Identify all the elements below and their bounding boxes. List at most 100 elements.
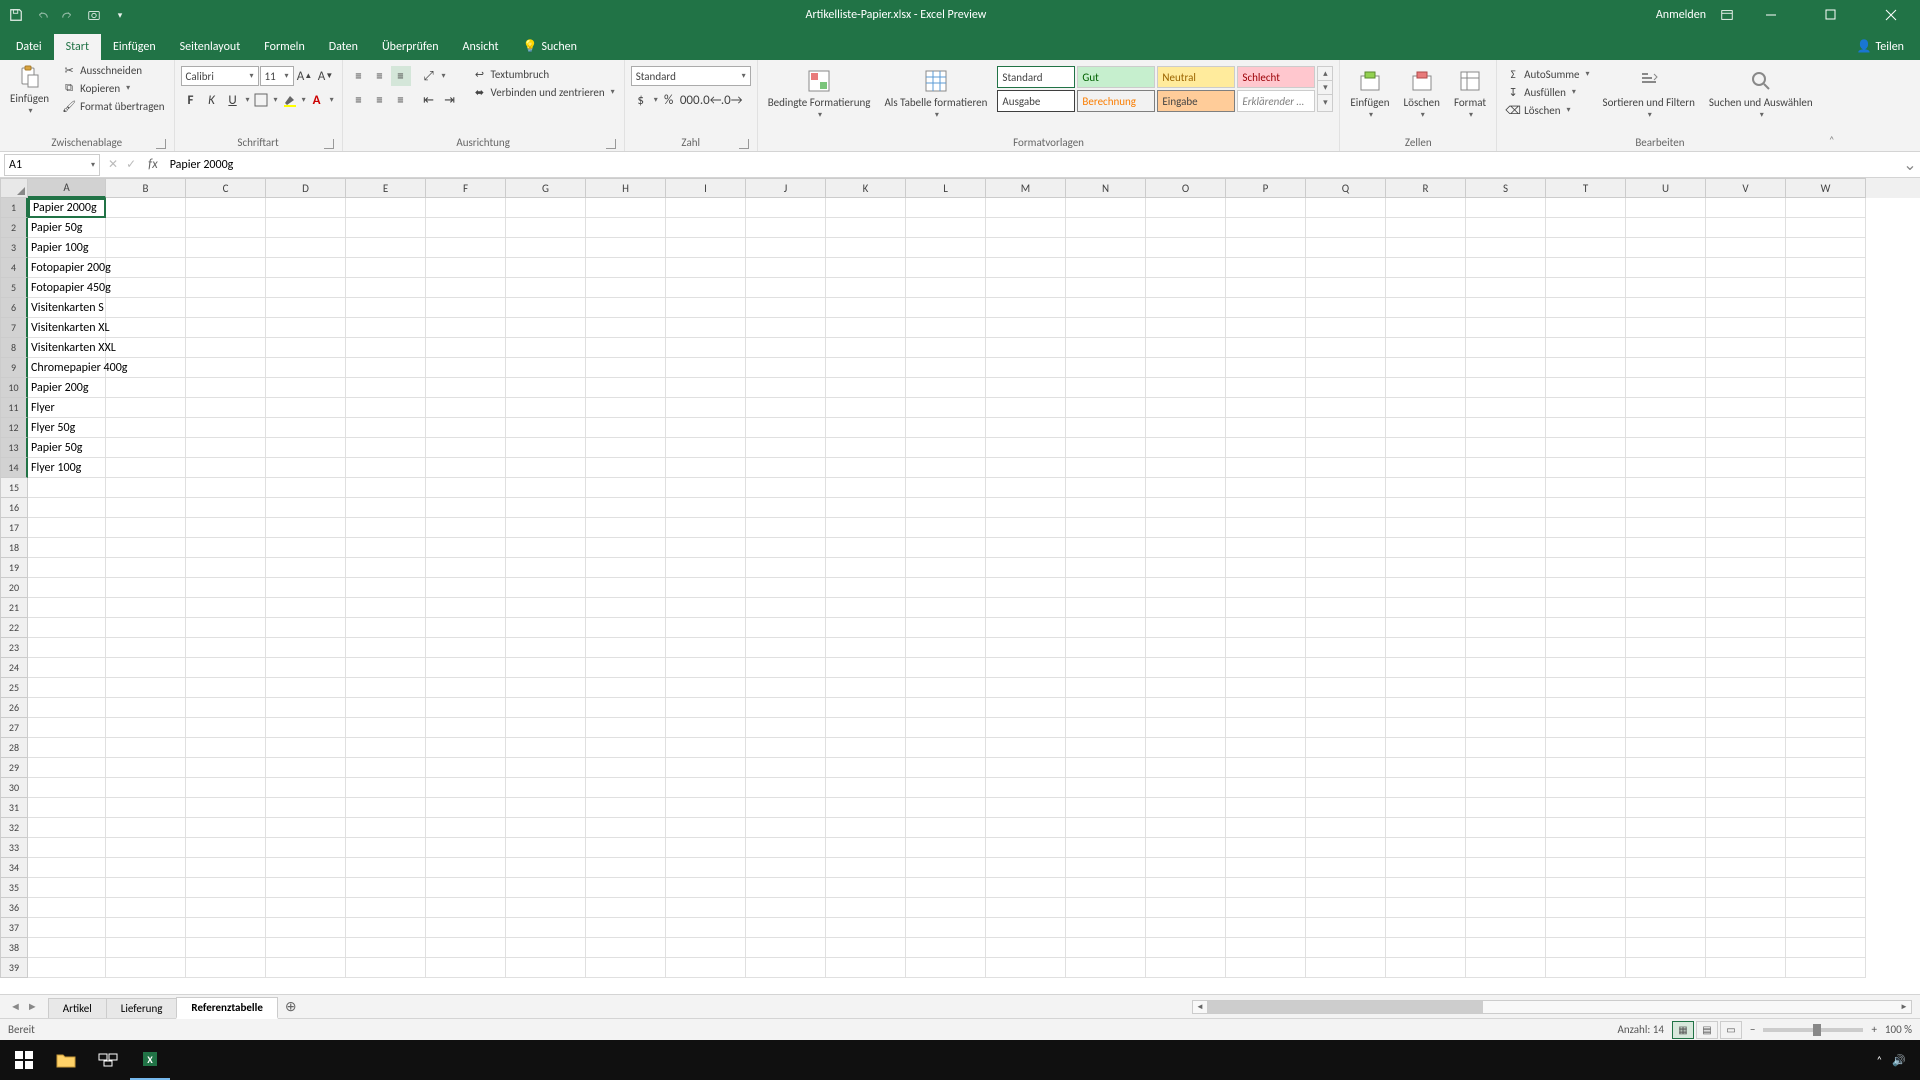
- col-header-V[interactable]: V: [1706, 178, 1786, 198]
- cell[interactable]: Fotopapier 200g: [28, 258, 106, 278]
- cell[interactable]: [1226, 218, 1306, 238]
- cell[interactable]: [1386, 778, 1466, 798]
- cell[interactable]: [746, 738, 826, 758]
- cell[interactable]: [426, 818, 506, 838]
- cell[interactable]: [1066, 838, 1146, 858]
- cell[interactable]: [346, 498, 426, 518]
- cell[interactable]: [186, 678, 266, 698]
- cell[interactable]: [346, 698, 426, 718]
- cell[interactable]: [1706, 318, 1786, 338]
- cell[interactable]: [1546, 358, 1626, 378]
- cell[interactable]: [1066, 598, 1146, 618]
- cell[interactable]: [746, 458, 826, 478]
- cell[interactable]: [1306, 858, 1386, 878]
- cell[interactable]: [28, 618, 106, 638]
- cell[interactable]: [266, 758, 346, 778]
- cell[interactable]: [1146, 718, 1226, 738]
- cell[interactable]: [186, 578, 266, 598]
- cell[interactable]: [906, 798, 986, 818]
- row-header[interactable]: 4: [0, 258, 28, 278]
- cell[interactable]: [666, 198, 746, 218]
- cell[interactable]: [266, 278, 346, 298]
- cell[interactable]: [186, 838, 266, 858]
- cell[interactable]: [1386, 838, 1466, 858]
- cell[interactable]: [106, 578, 186, 598]
- cell[interactable]: Papier 50g: [28, 218, 106, 238]
- row-header[interactable]: 18: [0, 538, 28, 558]
- cell[interactable]: [266, 798, 346, 818]
- cell[interactable]: [906, 938, 986, 958]
- cell[interactable]: [1306, 198, 1386, 218]
- cell[interactable]: [1626, 538, 1706, 558]
- cell[interactable]: [1466, 798, 1546, 818]
- cell[interactable]: [426, 618, 506, 638]
- cell[interactable]: [506, 598, 586, 618]
- cell[interactable]: [506, 258, 586, 278]
- cell[interactable]: [1146, 938, 1226, 958]
- cell[interactable]: [1626, 638, 1706, 658]
- cell[interactable]: [986, 818, 1066, 838]
- cell[interactable]: [426, 478, 506, 498]
- cell[interactable]: [1786, 878, 1866, 898]
- cell[interactable]: [1226, 518, 1306, 538]
- cell[interactable]: [346, 338, 426, 358]
- cell[interactable]: [346, 778, 426, 798]
- cell[interactable]: [986, 878, 1066, 898]
- cell[interactable]: [826, 238, 906, 258]
- cell[interactable]: [1706, 378, 1786, 398]
- cell[interactable]: [1546, 418, 1626, 438]
- cell[interactable]: [186, 198, 266, 218]
- cell[interactable]: [1706, 778, 1786, 798]
- cell[interactable]: [186, 518, 266, 538]
- cell[interactable]: [986, 518, 1066, 538]
- redo-icon[interactable]: [60, 7, 76, 23]
- cell[interactable]: [1066, 878, 1146, 898]
- cell[interactable]: [1226, 838, 1306, 858]
- cell[interactable]: [506, 858, 586, 878]
- signin-link[interactable]: Anmelden: [1656, 8, 1706, 22]
- align-left-icon[interactable]: ≡: [349, 90, 369, 110]
- cell[interactable]: [1066, 458, 1146, 478]
- cell[interactable]: [1386, 478, 1466, 498]
- cell[interactable]: [1626, 558, 1706, 578]
- cell[interactable]: [666, 658, 746, 678]
- row-header[interactable]: 35: [0, 878, 28, 898]
- cell[interactable]: [1786, 678, 1866, 698]
- cell[interactable]: [506, 538, 586, 558]
- cell[interactable]: [986, 318, 1066, 338]
- cell[interactable]: [1066, 558, 1146, 578]
- cell[interactable]: [1306, 418, 1386, 438]
- cell[interactable]: [1786, 518, 1866, 538]
- cell[interactable]: [266, 718, 346, 738]
- underline-button[interactable]: U: [223, 90, 243, 110]
- cell[interactable]: [746, 598, 826, 618]
- cell[interactable]: [186, 358, 266, 378]
- format-as-table-button[interactable]: Als Tabelle formatieren▾: [880, 66, 991, 123]
- cell[interactable]: [666, 498, 746, 518]
- row-header[interactable]: 13: [0, 438, 28, 458]
- cell[interactable]: [826, 718, 906, 738]
- name-box[interactable]: A1▾: [4, 154, 100, 176]
- cell[interactable]: [186, 958, 266, 978]
- cell[interactable]: [266, 418, 346, 438]
- cell[interactable]: [666, 338, 746, 358]
- cell[interactable]: [666, 918, 746, 938]
- cell[interactable]: [506, 898, 586, 918]
- cell[interactable]: [1626, 198, 1706, 218]
- cell[interactable]: [1306, 378, 1386, 398]
- cell[interactable]: [1146, 218, 1226, 238]
- cell[interactable]: [1066, 618, 1146, 638]
- cell[interactable]: [1626, 938, 1706, 958]
- cell[interactable]: [1706, 418, 1786, 438]
- cell[interactable]: [1546, 918, 1626, 938]
- cell[interactable]: [1786, 758, 1866, 778]
- cell[interactable]: [1226, 858, 1306, 878]
- cell[interactable]: [1306, 438, 1386, 458]
- cell[interactable]: [106, 618, 186, 638]
- cell[interactable]: [826, 298, 906, 318]
- cell[interactable]: [746, 278, 826, 298]
- cell[interactable]: [506, 458, 586, 478]
- cell[interactable]: [1786, 218, 1866, 238]
- italic-button[interactable]: K: [202, 90, 222, 110]
- cell[interactable]: Flyer: [28, 398, 106, 418]
